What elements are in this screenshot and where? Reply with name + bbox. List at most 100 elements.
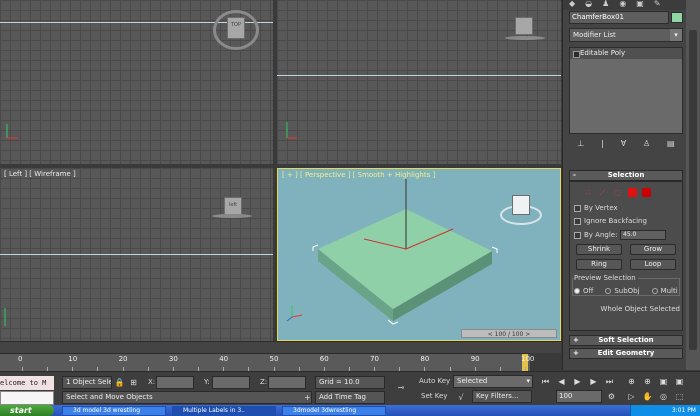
by-angle-option[interactable]: By Angle: — [574, 231, 617, 239]
rollout-selection-header[interactable]: - Selection — [569, 170, 683, 181]
by-vertex-checkbox[interactable] — [574, 204, 581, 212]
object-name-field[interactable]: ChamferBox01 — [569, 11, 669, 24]
key-tangent-icon[interactable]: √ — [454, 392, 468, 403]
maxscript-listener-mini[interactable]: elcome to M — [0, 376, 54, 390]
timeline-tick-label: 50 — [269, 355, 279, 363]
orbit-icon[interactable]: ◎ — [658, 391, 669, 402]
system-tray-clock[interactable]: 3:01 PM — [630, 405, 700, 416]
maxscript-input[interactable] — [0, 391, 54, 405]
viewcube[interactable] — [512, 195, 530, 215]
angle-spinner[interactable]: 45.0 — [620, 230, 666, 240]
y-coordinate-field[interactable] — [212, 376, 250, 389]
preview-subobj-radio[interactable]: SubObj — [605, 287, 640, 295]
go-to-end-icon[interactable]: ⏭ — [604, 376, 615, 387]
rollout-edit-geometry-header[interactable]: + Edit Geometry — [569, 348, 683, 359]
timeline-tick-label: 0 — [18, 355, 23, 363]
remove-modifier-icon[interactable]: ♙ — [643, 139, 650, 151]
viewcube-ring[interactable] — [212, 214, 252, 218]
time-configuration-icon[interactable]: ⚙ — [606, 391, 617, 402]
chevron-down-icon[interactable]: ▾ — [670, 29, 682, 41]
object-color-swatch[interactable] — [671, 12, 683, 23]
zoom-extents-icon[interactable]: ▣ — [658, 376, 669, 387]
loop-button[interactable]: Loop — [630, 259, 676, 270]
viewcube[interactable] — [515, 17, 533, 35]
time-scrub-bar[interactable] — [0, 341, 561, 353]
zoom-icon[interactable]: ⊕ — [626, 376, 637, 387]
viewport-front[interactable] — [277, 0, 561, 164]
command-panel-scrollbar[interactable] — [686, 0, 700, 370]
key-mode-dropdown[interactable]: Selected ▾ — [453, 375, 533, 388]
zoom-all-icon[interactable]: ⊕ — [642, 376, 653, 387]
command-panel-tabs: ◆ ◒ ♟ ◉ ▣ ✎ — [563, 0, 686, 10]
timeline-tick-label: 10 — [68, 355, 78, 363]
x-coordinate-field[interactable] — [156, 376, 194, 389]
maximize-viewport-icon[interactable]: ⬚ — [674, 391, 685, 402]
frame-scrollbar[interactable]: < 100 / 100 > — [461, 329, 557, 338]
stack-tools: ⊥ | ∀ ♙ ▤ — [569, 139, 683, 151]
zoom-extents-all-icon[interactable]: ▣ — [674, 376, 685, 387]
viewcube[interactable]: left — [224, 197, 242, 215]
lock-selection-icon[interactable]: 🔒 — [114, 377, 125, 388]
motion-tab-icon[interactable]: ◉ — [619, 0, 626, 10]
grid-axis-line — [277, 75, 561, 76]
by-angle-checkbox[interactable] — [574, 231, 581, 239]
taskbar-item[interactable]: Multiple Labels in 3.. — [172, 406, 276, 416]
hierarchy-tab-icon[interactable]: ♟ — [602, 0, 609, 10]
chevron-down-icon[interactable]: ▾ — [526, 376, 530, 387]
track-bar[interactable]: 0 10 20 30 40 50 60 70 80 90 100 — [0, 353, 534, 372]
modifier-list-dropdown[interactable]: Modifier List ▾ — [569, 28, 683, 42]
viewport-label[interactable]: [ Left ] [ Wireframe ] — [4, 170, 76, 178]
modifier-stack[interactable]: Editable Poly — [569, 47, 683, 134]
transform-mode-icon[interactable]: ⊞ — [128, 377, 139, 388]
add-time-tag-icon[interactable]: + — [302, 392, 313, 403]
taskbar-item[interactable]: 3dmodel 3dwrestling — [282, 406, 386, 416]
viewport-perspective[interactable]: [ + ] [ Perspective ] [ Smooth + Highlig… — [277, 168, 561, 341]
set-key-button[interactable]: Set Key — [421, 392, 447, 400]
ignore-backfacing-option[interactable]: Ignore Backfacing — [574, 217, 647, 225]
modify-tab-icon[interactable]: ◒ — [585, 0, 592, 10]
vertex-icon[interactable]: ∴ — [586, 188, 595, 197]
ignore-backfacing-label: Ignore Backfacing — [584, 217, 647, 225]
viewport-left[interactable]: [ Left ] [ Wireframe ] left — [0, 168, 273, 341]
next-frame-icon[interactable]: ▶ — [588, 376, 599, 387]
ring-button[interactable]: Ring — [576, 259, 622, 270]
current-frame-field[interactable]: 100 — [556, 390, 602, 403]
preview-multi-radio[interactable]: Multi — [651, 287, 678, 295]
preview-off-radio[interactable]: Off — [574, 287, 593, 295]
viewcube[interactable]: TOP — [227, 17, 245, 39]
utilities-tab-icon[interactable]: ✎ — [654, 0, 661, 10]
create-tab-icon[interactable]: ◆ — [569, 0, 575, 10]
previous-frame-icon[interactable]: ◀ — [556, 376, 567, 387]
polygon-icon[interactable] — [628, 188, 637, 197]
stack-item-editable-poly[interactable]: Editable Poly — [570, 48, 682, 59]
configure-modifier-sets-icon[interactable]: ▤ — [667, 139, 675, 151]
ignore-backfacing-checkbox[interactable] — [574, 217, 581, 225]
start-button[interactable]: start — [0, 405, 54, 416]
scrollbar-thumb[interactable] — [689, 30, 697, 350]
make-unique-icon[interactable]: ∀ — [621, 139, 626, 151]
pin-stack-icon[interactable]: ⊥ — [577, 139, 584, 151]
border-icon[interactable]: ◌ — [614, 188, 623, 197]
key-filters-button[interactable]: Key Filters... — [472, 390, 532, 403]
add-time-tag-button[interactable]: Add Time Tag — [315, 391, 385, 404]
viewcube-ring[interactable] — [505, 36, 545, 40]
by-vertex-option[interactable]: By Vertex — [574, 204, 618, 212]
auto-key-button[interactable]: Auto Key — [419, 377, 450, 385]
field-of-view-icon[interactable]: ▷ — [626, 391, 637, 402]
modifier-list-label: Modifier List — [573, 31, 616, 39]
go-to-start-icon[interactable]: ⏮ — [540, 376, 551, 387]
key-icon[interactable]: ⊸ — [394, 382, 408, 393]
display-tab-icon[interactable]: ▣ — [636, 0, 644, 10]
pan-icon[interactable]: ✋ — [642, 391, 653, 402]
taskbar-item[interactable]: 3d model 3d wrestling — [62, 406, 166, 416]
z-coordinate-field[interactable] — [268, 376, 306, 389]
rollout-soft-selection-header[interactable]: + Soft Selection — [569, 335, 683, 346]
element-icon[interactable] — [642, 188, 651, 197]
viewport-top[interactable]: TOP — [0, 0, 273, 164]
os-taskbar: start 3d model 3d wrestling Multiple Lab… — [0, 405, 700, 416]
shrink-button[interactable]: Shrink — [576, 244, 622, 255]
grow-button[interactable]: Grow — [630, 244, 676, 255]
play-icon[interactable]: ▶ — [572, 376, 583, 387]
edge-icon[interactable]: ⟋ — [600, 188, 609, 197]
show-end-result-icon[interactable]: | — [601, 139, 604, 151]
